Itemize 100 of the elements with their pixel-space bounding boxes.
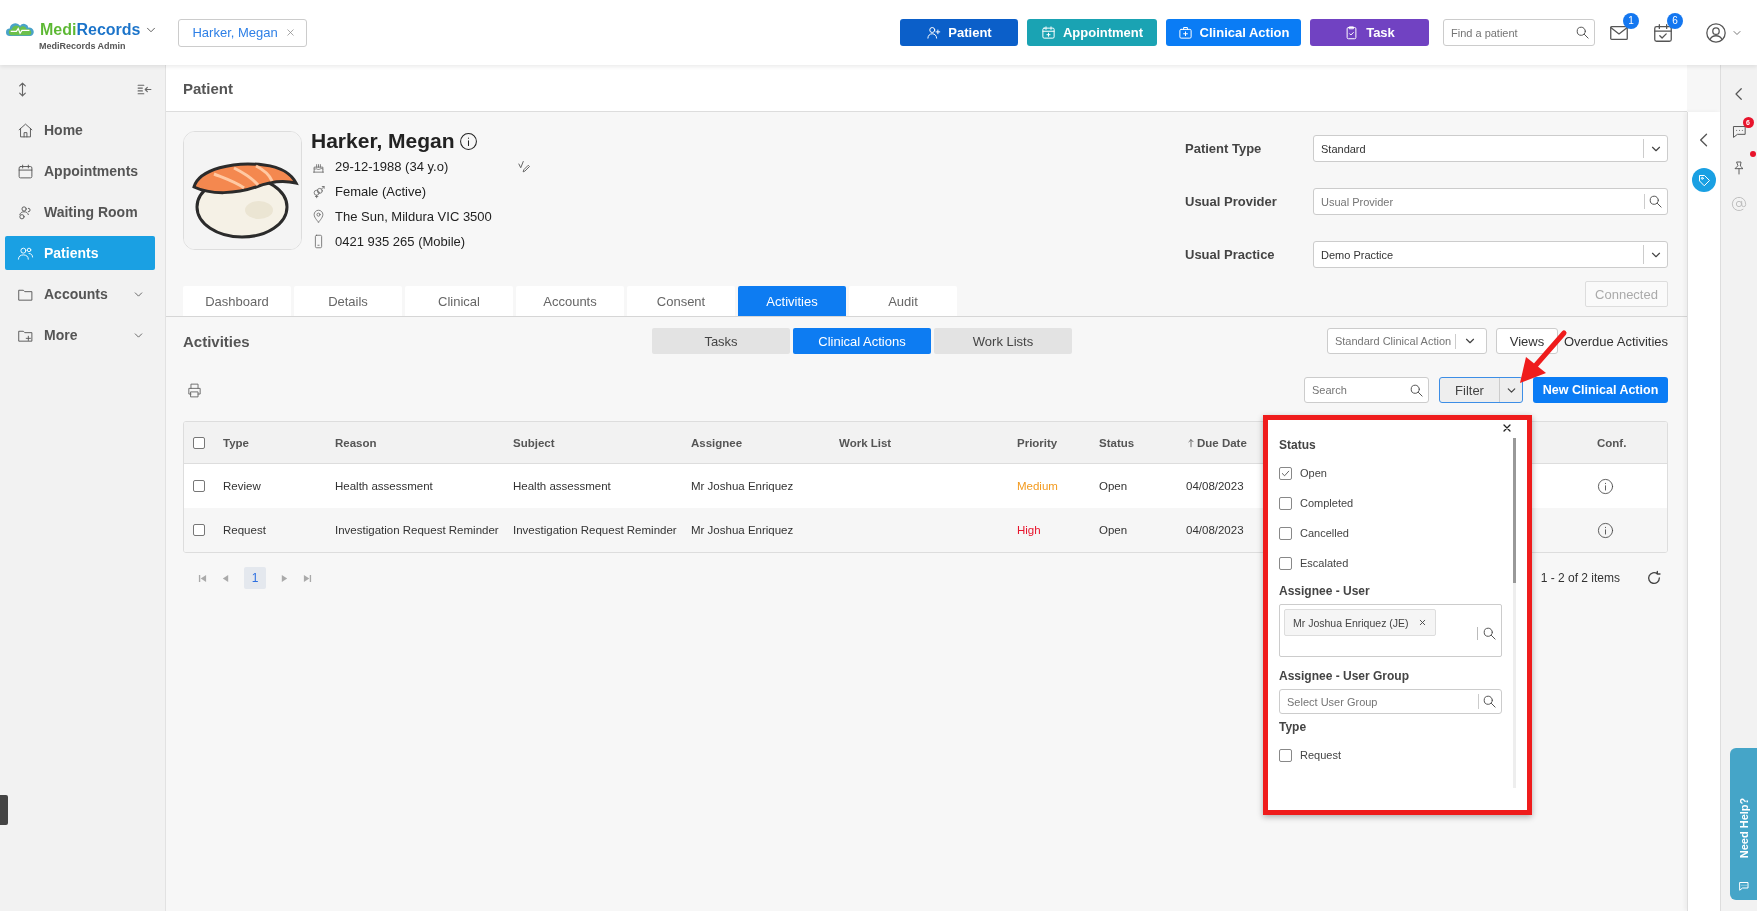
tab[interactable]: Details — [294, 286, 402, 316]
last-page-icon[interactable] — [303, 573, 312, 583]
search-icon — [1648, 194, 1663, 209]
connected-button: Connected — [1585, 281, 1668, 307]
previous-page-icon[interactable] — [221, 573, 230, 583]
close-icon[interactable] — [1501, 422, 1513, 434]
calendar-plus-icon — [1040, 25, 1056, 40]
segment-tab[interactable]: Work Lists — [934, 328, 1072, 354]
quick-action-button[interactable]: Task — [1310, 19, 1429, 46]
checkbox[interactable] — [1279, 496, 1292, 510]
quick-action-button[interactable]: Patient — [900, 19, 1018, 46]
column-header[interactable]: Due Date — [1197, 436, 1247, 449]
segment-tab[interactable]: Clinical Actions — [793, 328, 931, 354]
search-field[interactable]: Select User Group — [1279, 689, 1502, 714]
scrollbar[interactable] — [1513, 438, 1516, 788]
refresh-icon[interactable] — [1646, 570, 1662, 586]
table-cell: Open — [1099, 524, 1128, 536]
checkbox[interactable] — [193, 524, 205, 536]
tab[interactable]: Dashboard — [183, 286, 291, 316]
sidebar-item[interactable]: Waiting Room — [5, 195, 155, 229]
column-header[interactable]: Type — [223, 436, 249, 449]
tab[interactable]: Consent — [627, 286, 735, 316]
table-cell: Investigation Request Reminder — [335, 524, 499, 536]
search-field[interactable]: Usual Provider — [1313, 188, 1668, 215]
cloud-logo-icon[interactable] — [6, 21, 36, 38]
column-header[interactable]: Conf. — [1597, 436, 1627, 449]
field-label: Usual Provider — [1185, 194, 1278, 209]
sort-arrow-icon[interactable] — [1186, 437, 1196, 448]
search-field[interactable]: Find a patient — [1443, 19, 1595, 46]
pen-icon[interactable] — [516, 159, 532, 174]
printer-icon[interactable] — [186, 381, 203, 399]
field-label: Usual Practice — [1185, 247, 1276, 262]
tag-button[interactable] — [1692, 168, 1717, 192]
priority-text: Medium — [1017, 480, 1058, 492]
table-cell: Open — [1099, 480, 1128, 492]
select-field[interactable]: Standard Clinical Action — [1326, 328, 1487, 354]
pagination-summary: 1 - 2 of 2 items — [1540, 571, 1620, 585]
checkbox[interactable] — [193, 480, 205, 492]
clipboard-icon — [1344, 25, 1360, 40]
count-badge: 1 — [1623, 12, 1639, 29]
checkbox[interactable] — [1279, 748, 1292, 762]
column-header[interactable]: Priority — [1017, 436, 1058, 449]
search-field[interactable]: Search — [1304, 377, 1429, 403]
table-cell: Health assessment — [513, 480, 611, 492]
filter-section-title: Assignee - User Group — [1279, 669, 1411, 683]
tasks-button[interactable]: 6 — [1652, 12, 1683, 44]
sidebar-item[interactable]: More — [5, 318, 155, 352]
brand-subtitle: MediRecords Admin — [38, 40, 126, 51]
segment-tab[interactable]: Tasks — [652, 328, 790, 354]
select-field[interactable]: Demo Practice — [1313, 241, 1668, 268]
table-cell: Mr Joshua Enriquez — [691, 524, 794, 536]
filter-section-title: Assignee - User — [1279, 584, 1371, 598]
filter-section-title: Status — [1279, 438, 1317, 452]
select-field[interactable]: Standard — [1313, 135, 1668, 162]
sidebar-item[interactable]: Home — [5, 113, 155, 147]
patient-detail: 29-12-1988 (34 y.o) — [335, 159, 449, 174]
mail-button[interactable]: 1 — [1608, 12, 1639, 44]
person-plus-icon — [926, 25, 942, 40]
tab[interactable]: Audit — [849, 286, 957, 316]
count-badge: 6 — [1667, 12, 1683, 29]
tab[interactable]: Clinical — [405, 286, 513, 316]
tab[interactable]: Accounts — [516, 286, 624, 316]
search-icon — [1482, 626, 1497, 641]
people-icon — [17, 203, 34, 221]
user-select-field[interactable]: Mr Joshua Enriquez (JE) — [1279, 604, 1502, 657]
checkbox[interactable] — [193, 436, 205, 449]
column-header[interactable]: Work List — [839, 436, 892, 449]
chat-icon — [1737, 880, 1750, 892]
filter-button[interactable]: Filter — [1439, 377, 1523, 403]
medical-kit-icon — [1177, 25, 1193, 40]
info-icon[interactable] — [458, 131, 478, 151]
column-header[interactable]: Assignee — [691, 436, 743, 449]
drawer-handle[interactable] — [0, 795, 8, 825]
chat-icon — [1730, 123, 1748, 140]
user-icon — [1705, 21, 1727, 44]
quick-action-button[interactable]: Clinical Action — [1166, 19, 1301, 46]
calendar-icon — [17, 162, 34, 180]
column-header[interactable]: Reason — [335, 436, 377, 449]
column-header[interactable]: Status — [1099, 436, 1135, 449]
views-button[interactable]: Views — [1495, 328, 1558, 354]
patient-tab[interactable]: Harker, Megan — [178, 18, 307, 47]
sidebar-item[interactable]: Accounts — [5, 277, 155, 311]
user-menu-button[interactable] — [1705, 21, 1743, 44]
checkbox[interactable] — [1279, 466, 1292, 480]
first-page-icon[interactable] — [198, 573, 207, 583]
remove-icon[interactable] — [1417, 618, 1427, 627]
checkbox[interactable] — [1279, 556, 1292, 570]
checkbox[interactable] — [1279, 526, 1292, 540]
gender-icon — [311, 184, 326, 199]
overdue-link[interactable]: Overdue Activities — [1563, 333, 1668, 349]
next-page-icon[interactable] — [280, 573, 289, 583]
tab[interactable]: Activities — [738, 286, 846, 316]
sidebar-item[interactable]: Appointments — [5, 154, 155, 188]
new-clinical-action-button[interactable]: New Clinical Action — [1533, 377, 1668, 403]
table-cell: Health assessment — [335, 480, 433, 492]
patient-detail: Female (Active) — [335, 184, 427, 199]
page-button[interactable]: 1 — [244, 567, 266, 589]
column-header[interactable]: Subject — [513, 436, 555, 449]
pin-button[interactable] — [1731, 154, 1754, 176]
user-tag[interactable]: Mr Joshua Enriquez (JE) — [1284, 609, 1436, 636]
